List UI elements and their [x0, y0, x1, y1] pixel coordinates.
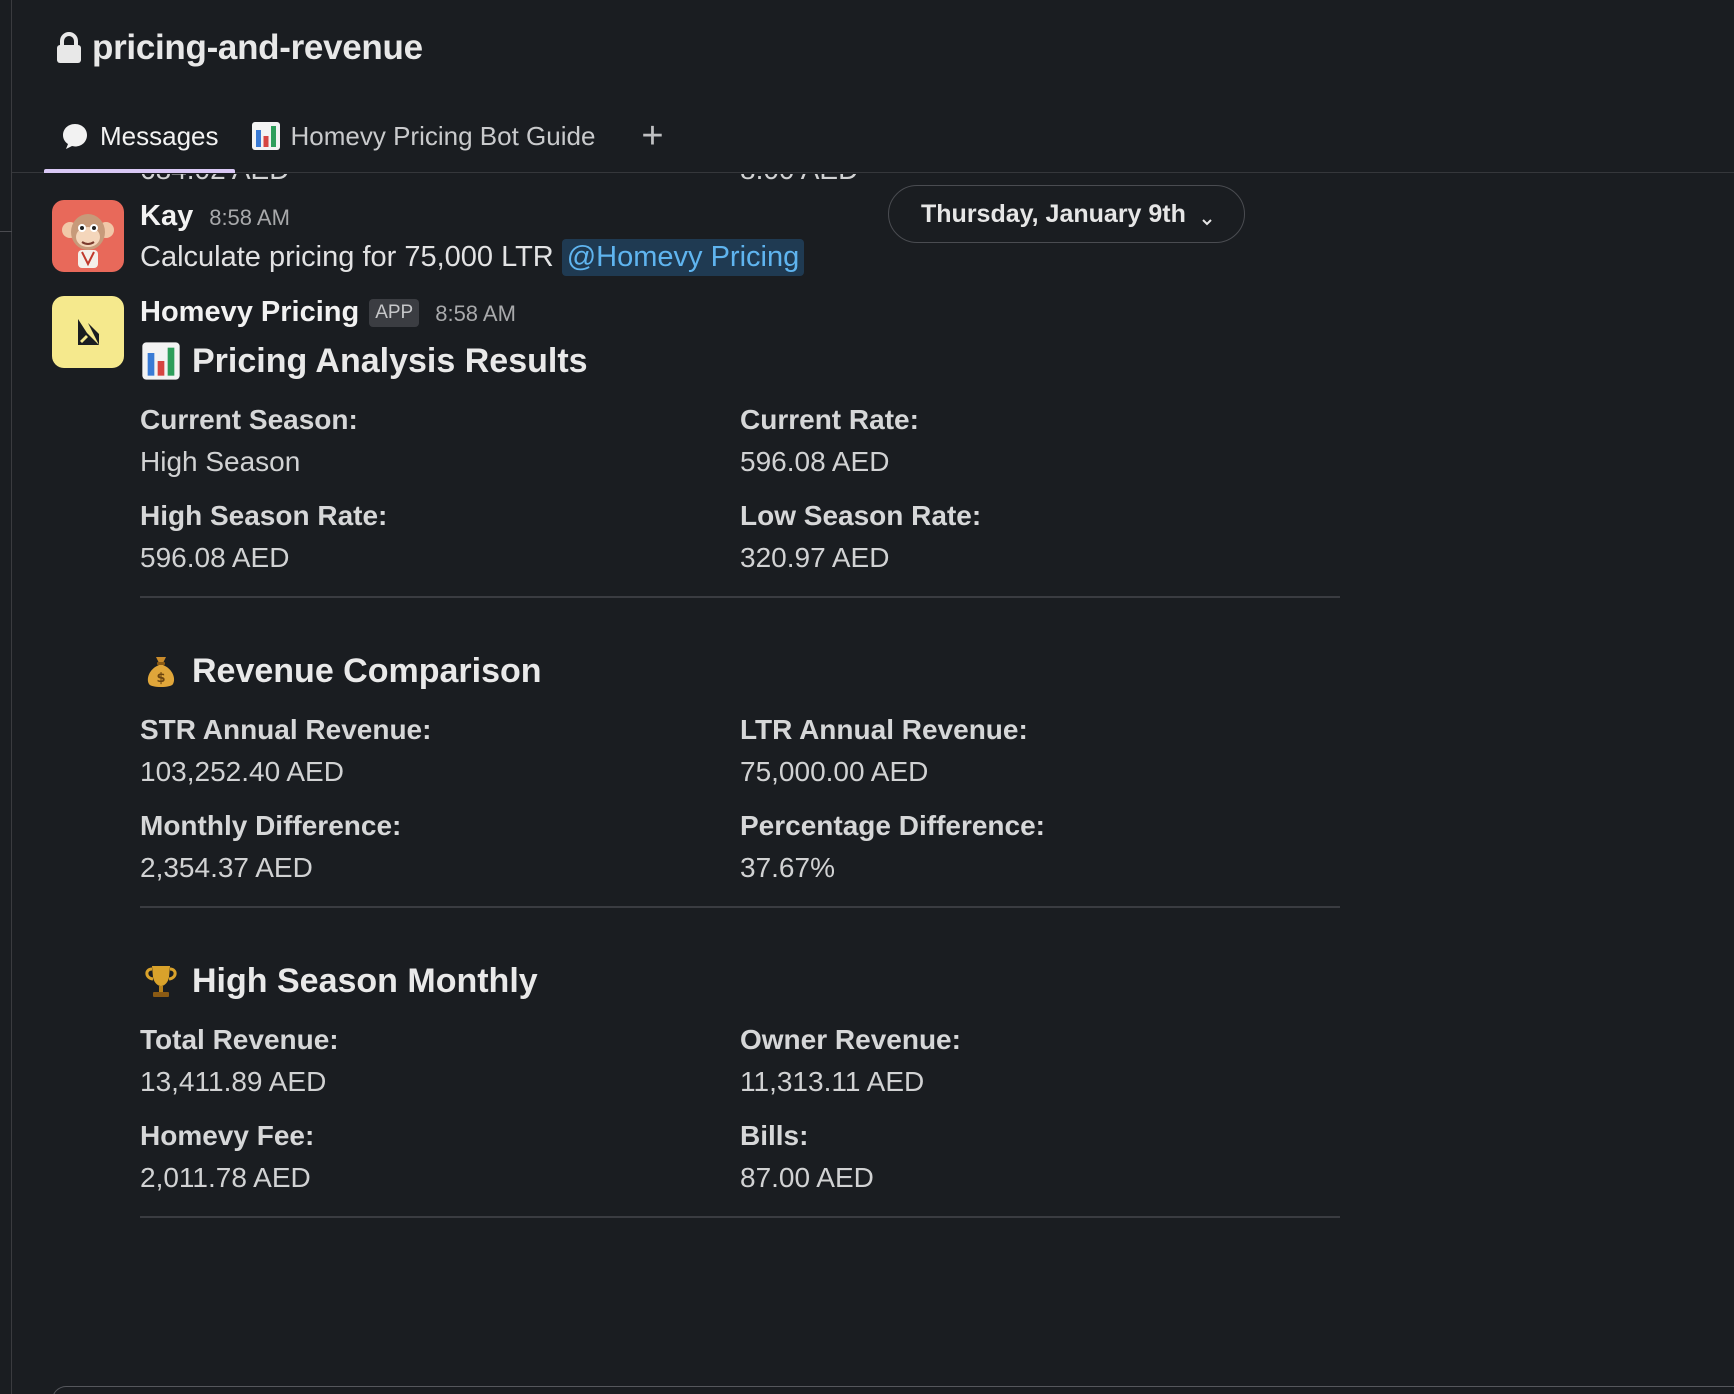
message-list: 684.02 AED 8.00 AED Thursday, January 9t… [12, 174, 1734, 1394]
field-value: 320.97 AED [740, 542, 890, 573]
money-bag-icon: $ [140, 650, 182, 692]
field-grid: Total Revenue: 13,411.89 AED Owner Revenu… [140, 1024, 1340, 1194]
trophy-icon [140, 960, 182, 1002]
tab-messages[interactable]: Messages [44, 112, 235, 173]
message-content: Calculate pricing for 75,000 LTR [140, 241, 554, 273]
field: Bills: 87.00 AED [740, 1120, 1340, 1194]
add-tab-button[interactable]: + [623, 112, 681, 160]
field-value: 37.67% [740, 852, 835, 883]
cutoff-value-right: 8.00 AED [740, 174, 858, 186]
field: Low Season Rate: 320.97 AED [740, 500, 1340, 574]
field: Percentage Difference: 37.67% [740, 810, 1340, 884]
message-timestamp[interactable]: 8:58 AM [435, 301, 516, 327]
field-value: High Season [140, 446, 301, 477]
field-label: Bills: [740, 1120, 809, 1151]
field: Monthly Difference: 2,354.37 AED [140, 810, 740, 884]
message-author[interactable]: Homevy Pricing [140, 296, 359, 329]
field-label: Homevy Fee: [140, 1120, 315, 1151]
field-label: Owner Revenue: [740, 1024, 961, 1055]
homevy-logo-icon [78, 319, 99, 345]
field-label: Low Season Rate: [740, 500, 982, 531]
section-heading: Revenue Comparison [192, 651, 542, 690]
field-value: 596.08 AED [140, 542, 290, 573]
message-bubble-icon [60, 121, 90, 151]
field-value: 11,313.11 AED [740, 1066, 925, 1097]
channel-title[interactable]: pricing-and-revenue [56, 28, 423, 68]
channel-tabs: Messages Homevy Pricing Bot Guide + [44, 112, 682, 173]
message-timestamp[interactable]: 8:58 AM [209, 205, 290, 231]
field-value: 87.00 AED [740, 1162, 874, 1193]
pricing-section: Pricing Analysis Results Current Season:… [140, 340, 1340, 598]
monthly-section: High Season Monthly Total Revenue: 13,411… [140, 960, 1340, 1218]
section-divider [140, 906, 1340, 908]
cutoff-value-left: 684.02 AED [140, 174, 289, 186]
lock-icon [56, 32, 82, 64]
section-heading: High Season Monthly [192, 961, 538, 1000]
date-divider-button[interactable]: Thursday, January 9th [888, 185, 1245, 243]
field: Current Rate: 596.08 AED [740, 404, 1340, 478]
field-value: 75,000.00 AED [740, 756, 929, 787]
field-value: 2,011.78 AED [140, 1162, 311, 1193]
left-rail [0, 0, 12, 1394]
tab-label: Homevy Pricing Bot Guide [290, 120, 596, 151]
field-label: High Season Rate: [140, 500, 388, 531]
field-value: 13,411.89 AED [140, 1066, 327, 1097]
field-label: Total Revenue: [140, 1024, 339, 1055]
field-label: Current Rate: [740, 404, 919, 435]
field-label: Current Season: [140, 404, 358, 435]
field-label: Monthly Difference: [140, 810, 402, 841]
section-title: High Season Monthly [140, 960, 1340, 1002]
chevron-down-icon [1200, 207, 1214, 226]
message-author[interactable]: Kay [140, 200, 193, 233]
field-value: 2,354.37 AED [140, 852, 313, 883]
field: Owner Revenue: 11,313.11 AED [740, 1024, 1340, 1098]
field-label: STR Annual Revenue: [140, 714, 432, 745]
field-value: 596.08 AED [740, 446, 890, 477]
field: High Season Rate: 596.08 AED [140, 500, 740, 574]
app-badge: APP [369, 299, 420, 327]
field-label: LTR Annual Revenue: [740, 714, 1028, 745]
field: STR Annual Revenue: 103,252.40 AED [140, 714, 740, 788]
monkey-avatar-icon [62, 214, 114, 268]
section-title: Pricing Analysis Results [140, 340, 1340, 382]
section-title: $ Revenue Comparison [140, 650, 1340, 692]
field: Current Season: High Season [140, 404, 740, 478]
message-text: Calculate pricing for 75,000 LTR @Homevy… [140, 239, 805, 276]
field: Homevy Fee: 2,011.78 AED [140, 1120, 740, 1194]
date-label: Thursday, January 9th [921, 199, 1186, 228]
tab-label: Messages [100, 120, 219, 151]
section-divider [140, 596, 1340, 598]
bar-chart-icon [140, 340, 182, 382]
section-divider [140, 1216, 1340, 1218]
revenue-section: $ Revenue Comparison STR Annual Revenue:… [140, 650, 1340, 908]
tab-bot-guide[interactable]: Homevy Pricing Bot Guide [235, 112, 612, 160]
svg-text:$: $ [156, 671, 165, 686]
channel-header: pricing-and-revenue Messages Homevy Pric… [12, 0, 1734, 173]
user-mention[interactable]: @Homevy Pricing [561, 239, 805, 276]
bot-avatar[interactable] [52, 296, 124, 368]
message-composer[interactable] [52, 1386, 1734, 1394]
field: LTR Annual Revenue: 75,000.00 AED [740, 714, 1340, 788]
avatar[interactable] [52, 200, 124, 272]
field-grid: Current Season: High Season Current Rate:… [140, 404, 1340, 574]
field-value: 103,252.40 AED [140, 756, 344, 787]
section-heading: Pricing Analysis Results [192, 341, 588, 380]
field-label: Percentage Difference: [740, 810, 1046, 841]
field: Total Revenue: 13,411.89 AED [140, 1024, 740, 1098]
channel-name: pricing-and-revenue [92, 28, 423, 67]
bar-chart-icon [251, 121, 281, 151]
field-grid: STR Annual Revenue: 103,252.40 AED LTR An… [140, 714, 1340, 884]
